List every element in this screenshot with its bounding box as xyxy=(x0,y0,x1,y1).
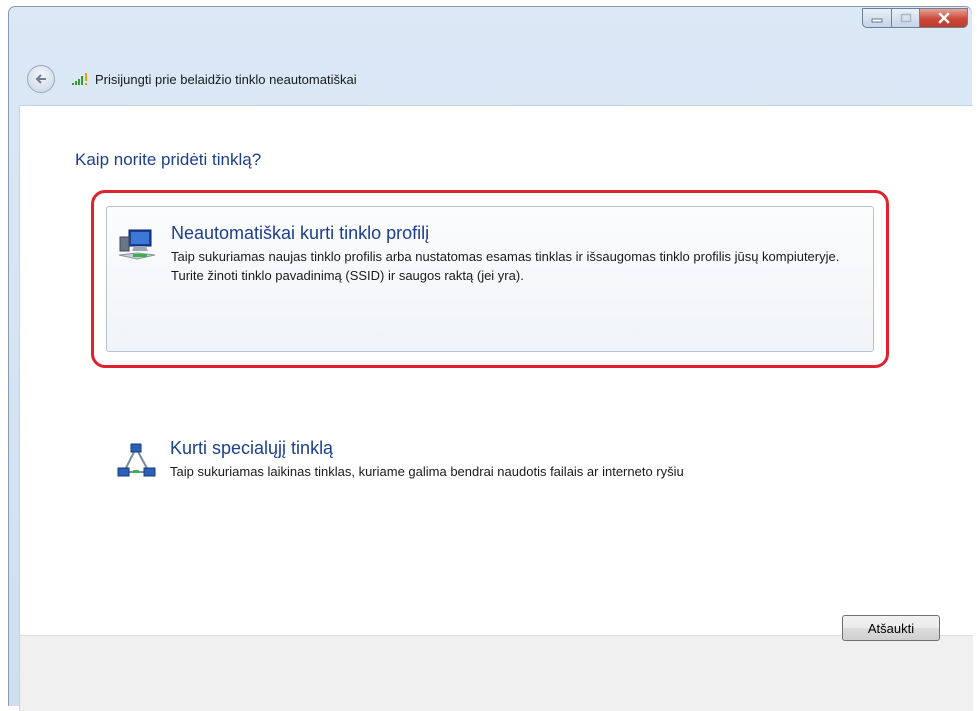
dialog-window: Prisijungti prie belaidžio tinklo neauto… xyxy=(8,6,973,711)
page-question: Kaip norite pridėti tinklą? xyxy=(75,150,262,169)
close-icon xyxy=(937,12,950,24)
adhoc-network-icon xyxy=(117,443,156,477)
maximize-button[interactable] xyxy=(892,8,920,28)
option-adhoc-network[interactable]: Kurti specialųjį tinklą Taip sukuriamas … xyxy=(106,422,874,512)
option-description: Taip sukuriamas naujas tinklo profilis a… xyxy=(171,249,840,283)
option-manual-profile[interactable]: Neautomatiškai kurti tinklo profilį Taip… xyxy=(106,206,874,352)
minimize-icon xyxy=(871,18,883,23)
option-title: Neautomatiškai kurti tinklo profilį xyxy=(171,223,430,243)
maximize-icon xyxy=(900,13,911,23)
option-title: Kurti specialųjį tinklą xyxy=(170,438,334,458)
dialog-title: Prisijungti prie belaidžio tinklo neauto… xyxy=(95,71,357,87)
option-text: Kurti specialųjį tinklą Taip sukuriamas … xyxy=(170,436,860,512)
cancel-button[interactable]: Atšaukti xyxy=(842,615,940,641)
close-button[interactable] xyxy=(920,8,968,28)
dialog-header: Prisijungti prie belaidžio tinklo neauto… xyxy=(9,53,972,105)
computer-network-icon xyxy=(118,229,156,260)
back-arrow-icon xyxy=(35,74,46,84)
option-text: Neautomatiškai kurti tinklo profilį Taip… xyxy=(171,221,861,351)
dialog-footer xyxy=(19,635,973,711)
option-description: Taip sukuriamas laikinas tinklas, kuriam… xyxy=(170,464,684,479)
caption-buttons xyxy=(862,8,968,28)
content-area: Kaip norite pridėti tinklą? Neautomatišk… xyxy=(19,105,973,635)
minimize-button[interactable] xyxy=(862,8,892,28)
wireless-signal-icon xyxy=(72,73,87,85)
back-button[interactable] xyxy=(27,65,55,93)
